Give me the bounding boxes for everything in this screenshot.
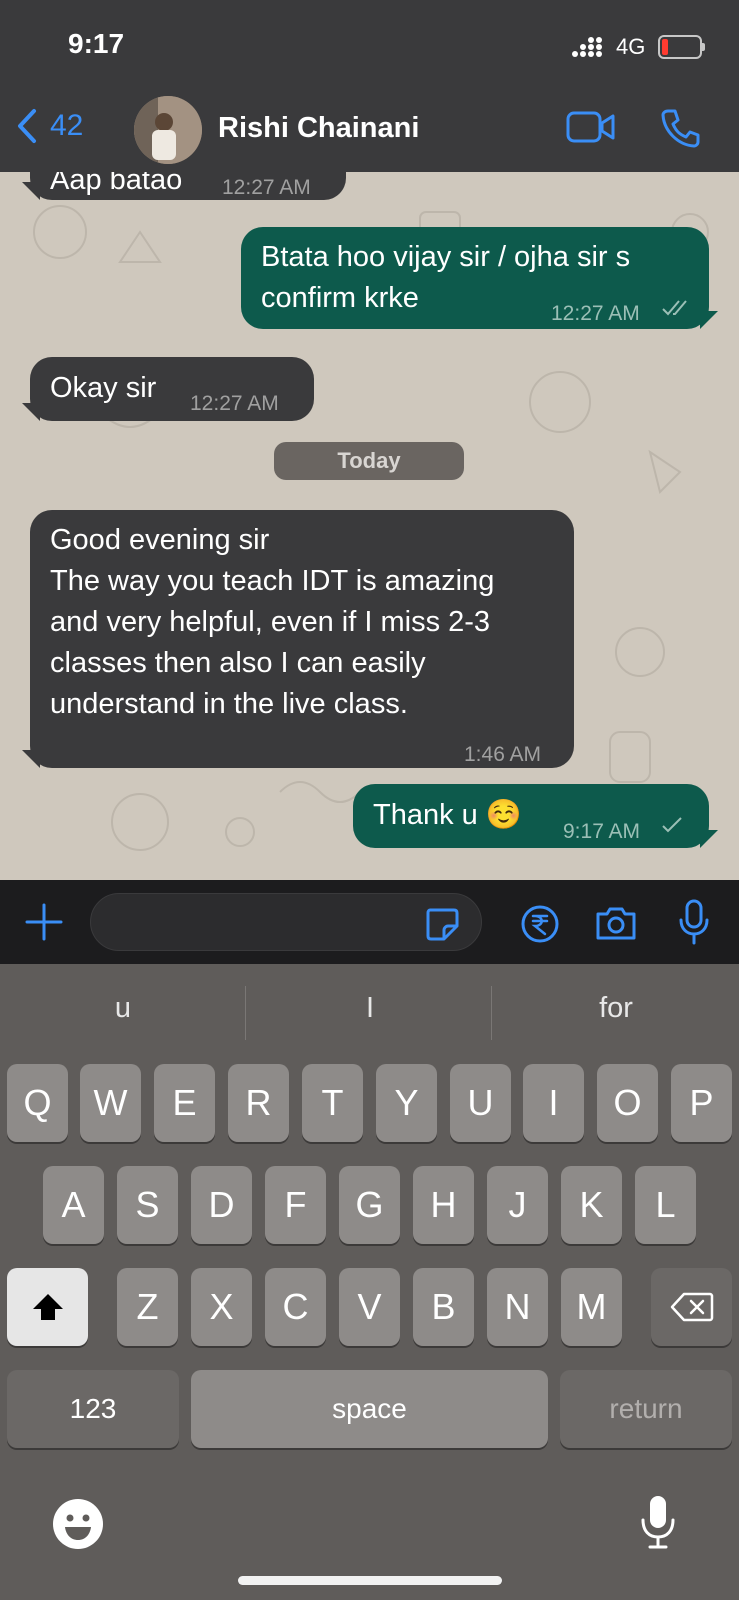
sticker-icon[interactable] bbox=[424, 906, 460, 942]
key-y[interactable]: Y bbox=[376, 1064, 437, 1142]
message-bubble-outgoing[interactable]: Btata hoo vijay sir / ojha sir s confirm… bbox=[241, 227, 709, 329]
key-q[interactable]: Q bbox=[7, 1064, 68, 1142]
key-s[interactable]: S bbox=[117, 1166, 178, 1244]
shift-key[interactable] bbox=[7, 1268, 88, 1346]
key-b[interactable]: B bbox=[413, 1268, 474, 1346]
phone-call-icon[interactable] bbox=[660, 108, 700, 148]
key-x[interactable]: X bbox=[191, 1268, 252, 1346]
key-i[interactable]: I bbox=[523, 1064, 584, 1142]
message-text-line: Good evening sir bbox=[50, 524, 270, 556]
message-bubble-incoming[interactable]: Okay sir 12:27 AM bbox=[30, 357, 314, 421]
message-bubble-incoming[interactable]: Good evening sir The way you teach IDT i… bbox=[30, 510, 574, 768]
key-j[interactable]: J bbox=[487, 1166, 548, 1244]
message-text: Okay sir bbox=[50, 372, 157, 404]
key-k[interactable]: K bbox=[561, 1166, 622, 1244]
key-f[interactable]: F bbox=[265, 1166, 326, 1244]
message-text-line: understand in the live class. bbox=[50, 688, 408, 720]
signal-icon bbox=[572, 37, 602, 57]
message-time: 12:27 AM bbox=[222, 176, 311, 199]
key-d[interactable]: D bbox=[191, 1166, 252, 1244]
contact-name[interactable]: Rishi Chainani bbox=[218, 112, 419, 145]
status-time: 9:17 bbox=[68, 28, 125, 59]
message-text-line: and very helpful, even if I miss 2-3 bbox=[50, 606, 491, 638]
message-time: 12:27 AM bbox=[190, 392, 279, 415]
home-indicator[interactable] bbox=[238, 1576, 502, 1585]
message-time: 12:27 AM bbox=[551, 302, 640, 325]
dictation-microphone-icon[interactable] bbox=[640, 1494, 676, 1550]
key-e[interactable]: E bbox=[154, 1064, 215, 1142]
key-g[interactable]: G bbox=[339, 1166, 400, 1244]
message-text-line: The way you teach IDT is amazing bbox=[50, 565, 495, 597]
message-time: 9:17 AM bbox=[563, 820, 641, 843]
payment-rupee-icon[interactable] bbox=[520, 904, 560, 944]
message-text: Aap batao bbox=[50, 172, 183, 196]
message-time: 1:46 AM bbox=[464, 743, 542, 766]
key-r[interactable]: R bbox=[228, 1064, 289, 1142]
video-call-icon[interactable] bbox=[566, 110, 616, 144]
key-u[interactable]: U bbox=[450, 1064, 511, 1142]
chevron-left-icon bbox=[18, 109, 36, 143]
plus-icon[interactable] bbox=[24, 902, 64, 942]
message-bubble-outgoing[interactable]: Thank u ☺️ 9:17 AM bbox=[353, 784, 709, 848]
suggestion-divider bbox=[245, 986, 246, 1040]
suggestion-2[interactable]: I bbox=[250, 992, 490, 1025]
double-check-icon bbox=[662, 300, 687, 316]
suggestion-1[interactable]: u bbox=[3, 992, 243, 1025]
key-v[interactable]: V bbox=[339, 1268, 400, 1346]
network-type: 4G bbox=[616, 34, 646, 59]
camera-icon[interactable] bbox=[594, 904, 638, 942]
numbers-key[interactable]: 123 bbox=[7, 1370, 179, 1448]
message-bubble-incoming[interactable]: Aap batao 12:27 AM bbox=[30, 172, 346, 200]
return-key[interactable]: return bbox=[560, 1370, 732, 1448]
key-z[interactable]: Z bbox=[117, 1268, 178, 1346]
key-t[interactable]: T bbox=[302, 1064, 363, 1142]
date-separator: Today bbox=[274, 442, 464, 480]
key-a[interactable]: A bbox=[43, 1166, 104, 1244]
unread-count: 42 bbox=[50, 109, 84, 142]
key-n[interactable]: N bbox=[487, 1268, 548, 1346]
back-button[interactable]: 42 bbox=[16, 108, 83, 144]
backspace-icon bbox=[670, 1292, 713, 1322]
key-m[interactable]: M bbox=[561, 1268, 622, 1346]
space-key[interactable]: space bbox=[191, 1370, 548, 1448]
message-text-line: classes then also I can easily bbox=[50, 647, 426, 679]
suggestion-3[interactable]: for bbox=[496, 992, 736, 1025]
shift-arrow-icon bbox=[32, 1294, 63, 1320]
key-c[interactable]: C bbox=[265, 1268, 326, 1346]
check-icon bbox=[662, 817, 682, 833]
key-h[interactable]: H bbox=[413, 1166, 474, 1244]
suggestion-divider bbox=[491, 986, 492, 1040]
message-text-line: Btata hoo vijay sir / ojha sir s bbox=[261, 241, 631, 273]
emoji-icon[interactable] bbox=[52, 1498, 104, 1550]
battery-icon bbox=[658, 35, 705, 59]
microphone-icon[interactable] bbox=[677, 898, 711, 946]
key-l[interactable]: L bbox=[635, 1166, 696, 1244]
key-o[interactable]: O bbox=[597, 1064, 658, 1142]
delete-key[interactable] bbox=[651, 1268, 732, 1346]
key-p[interactable]: P bbox=[671, 1064, 732, 1142]
message-text: Thank u ☺️ bbox=[373, 799, 522, 831]
chat-area[interactable]: Aap batao 12:27 AM Btata hoo vijay sir /… bbox=[0, 172, 739, 880]
avatar[interactable] bbox=[134, 96, 202, 164]
top-bar bbox=[0, 0, 739, 172]
key-w[interactable]: W bbox=[80, 1064, 141, 1142]
